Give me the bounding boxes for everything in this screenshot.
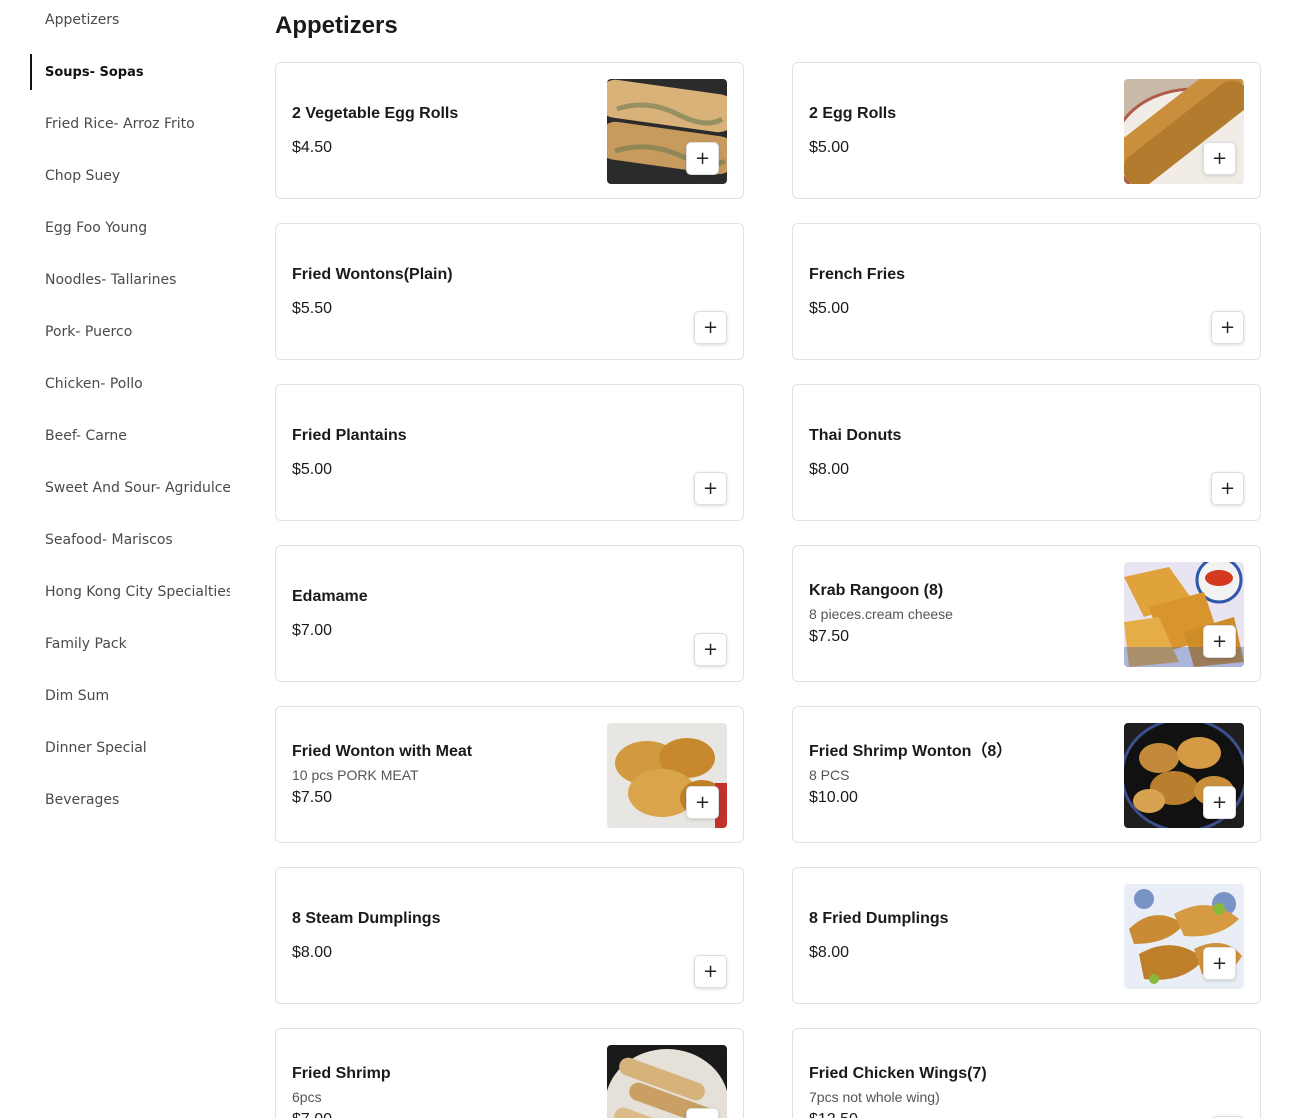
- menu-item-card[interactable]: 2 Vegetable Egg Rolls $4.50 +: [275, 62, 744, 199]
- item-price: $8.00: [292, 943, 333, 961]
- sidebar-item-beverages[interactable]: Beverages: [30, 782, 230, 818]
- category-sidebar: Appetizers Soups- Sopas Fried Rice- Arro…: [0, 0, 240, 1118]
- sidebar-item-dim-sum[interactable]: Dim Sum: [30, 678, 230, 714]
- add-to-cart-button[interactable]: +: [1203, 625, 1236, 658]
- sidebar-item-hong-kong-specialties[interactable]: Hong Kong City Specialties: [30, 574, 230, 610]
- menu-item-card[interactable]: Edamame $7.00 +: [275, 545, 744, 682]
- add-to-cart-button[interactable]: +: [694, 472, 727, 505]
- item-name: Fried Shrimp: [292, 1064, 391, 1082]
- item-description: 6pcs: [292, 1088, 322, 1105]
- item-price: $12.50: [809, 1110, 1109, 1118]
- sidebar-item-beef[interactable]: Beef- Carne: [30, 418, 230, 454]
- sidebar-item-chicken[interactable]: Chicken- Pollo: [30, 366, 230, 402]
- menu-item-card[interactable]: Fried Wontons(Plain) $5.50 +: [275, 223, 744, 360]
- item-name: Fried Shrimp Wonton（8）: [809, 742, 1013, 760]
- add-to-cart-button[interactable]: +: [686, 786, 719, 819]
- sidebar-item-fried-rice[interactable]: Fried Rice- Arroz Frito: [30, 106, 230, 142]
- item-name: Fried Plantains: [292, 426, 407, 444]
- add-to-cart-button[interactable]: +: [686, 1108, 719, 1118]
- add-to-cart-button[interactable]: +: [694, 311, 727, 344]
- menu-page: Appetizers Soups- Sopas Fried Rice- Arro…: [0, 0, 1290, 1118]
- item-name: Krab Rangoon (8): [809, 581, 944, 599]
- menu-item-card[interactable]: Fried Wonton with Meat 10 pcs PORK MEAT …: [275, 706, 744, 843]
- item-description: 7pcs not whole wing): [809, 1088, 940, 1105]
- item-name: Edamame: [292, 587, 368, 605]
- item-price: $7.00: [292, 621, 333, 639]
- section-title: Appetizers: [275, 12, 398, 39]
- add-to-cart-button[interactable]: +: [1211, 311, 1244, 344]
- add-to-cart-button[interactable]: +: [694, 633, 727, 666]
- sidebar-item-soups[interactable]: Soups- Sopas: [30, 54, 230, 90]
- item-description: 8 PCS: [809, 766, 850, 783]
- add-to-cart-button[interactable]: +: [1203, 947, 1236, 980]
- item-name: French Fries: [809, 265, 906, 283]
- item-name: Fried Wonton with Meat: [292, 742, 473, 760]
- item-price: $5.00: [809, 138, 850, 156]
- item-name: Thai Donuts: [809, 426, 902, 444]
- item-price: $8.00: [809, 460, 850, 478]
- sidebar-item-family-pack[interactable]: Family Pack: [30, 626, 230, 662]
- item-description: 8 pieces.cream cheese: [809, 605, 953, 622]
- sidebar-item-appetizers[interactable]: Appetizers: [30, 2, 230, 38]
- menu-item-card[interactable]: 2 Egg Rolls $5.00 +: [792, 62, 1261, 199]
- item-price: $4.50: [292, 138, 333, 156]
- item-price: $8.00: [809, 943, 850, 961]
- item-price: $10.00: [809, 788, 858, 806]
- item-description: 10 pcs PORK MEAT: [292, 766, 419, 783]
- menu-item-card[interactable]: Fried Chicken Wings(7) 7pcs not whole wi…: [792, 1028, 1261, 1118]
- item-name: Fried Wontons(Plain): [292, 265, 453, 283]
- add-to-cart-button[interactable]: +: [694, 955, 727, 988]
- item-price: $5.50: [292, 299, 333, 317]
- menu-item-card[interactable]: 8 Fried Dumplings $8.00 +: [792, 867, 1261, 1004]
- item-price: $7.00: [292, 1110, 592, 1118]
- add-to-cart-button[interactable]: +: [1203, 786, 1236, 819]
- item-price: $7.50: [292, 788, 333, 806]
- menu-item-card[interactable]: Fried Shrimp 6pcs $7.00 +: [275, 1028, 744, 1118]
- item-price: $5.00: [292, 460, 333, 478]
- sidebar-item-dinner-special[interactable]: Dinner Special: [30, 730, 230, 766]
- item-name: Fried Chicken Wings(7): [809, 1064, 987, 1082]
- menu-item-card[interactable]: Krab Rangoon (8) 8 pieces.cream cheese $…: [792, 545, 1261, 682]
- sidebar-item-pork[interactable]: Pork- Puerco: [30, 314, 230, 350]
- sidebar-item-noodles[interactable]: Noodles- Tallarines: [30, 262, 230, 298]
- add-to-cart-button[interactable]: +: [1203, 142, 1236, 175]
- sidebar-item-egg-foo-young[interactable]: Egg Foo Young: [30, 210, 230, 246]
- menu-item-card[interactable]: Fried Plantains $5.00 +: [275, 384, 744, 521]
- menu-item-card[interactable]: 8 Steam Dumplings $8.00 +: [275, 867, 744, 1004]
- item-name: 2 Egg Rolls: [809, 104, 897, 122]
- menu-item-card[interactable]: Thai Donuts $8.00 +: [792, 384, 1261, 521]
- item-name: 2 Vegetable Egg Rolls: [292, 104, 459, 122]
- add-to-cart-button[interactable]: +: [686, 142, 719, 175]
- item-price: $5.00: [809, 299, 850, 317]
- sidebar-item-sweet-and-sour[interactable]: Sweet And Sour- Agridulce: [30, 470, 230, 506]
- sidebar-item-seafood[interactable]: Seafood- Mariscos: [30, 522, 230, 558]
- sidebar-item-chop-suey[interactable]: Chop Suey: [30, 158, 230, 194]
- item-price: $7.50: [809, 627, 850, 645]
- menu-item-card[interactable]: Fried Shrimp Wonton（8） 8 PCS $10.00 +: [792, 706, 1261, 843]
- item-name: 8 Steam Dumplings: [292, 909, 441, 927]
- menu-item-card[interactable]: French Fries $5.00 +: [792, 223, 1261, 360]
- item-name: 8 Fried Dumplings: [809, 909, 949, 927]
- add-to-cart-button[interactable]: +: [1211, 472, 1244, 505]
